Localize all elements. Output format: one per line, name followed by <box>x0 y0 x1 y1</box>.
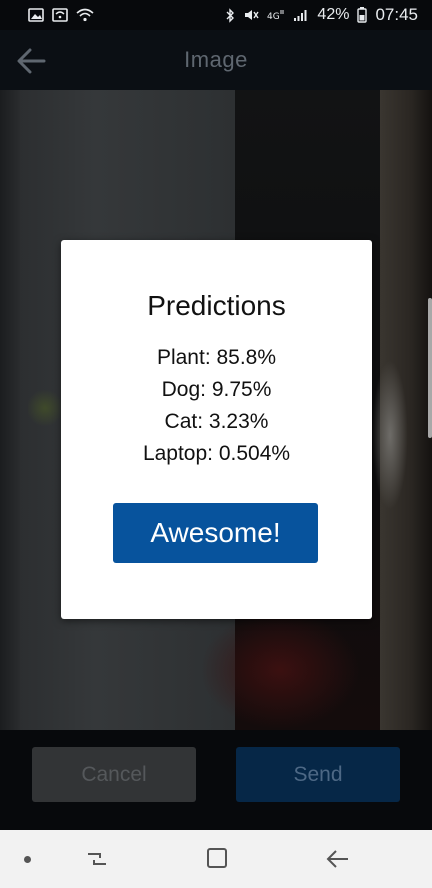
status-right-icons: 4G 42% 07:45 <box>225 5 418 25</box>
prediction-item: Dog: 9.75% <box>161 378 272 401</box>
photo-leaf-region <box>28 390 62 426</box>
prediction-item: Plant: 85.8% <box>156 346 277 369</box>
dot-icon[interactable] <box>24 856 31 863</box>
action-bar: Cancel Send <box>0 730 432 830</box>
dialog-title: Predictions <box>147 290 286 321</box>
predictions-dialog: Predictions Plant: 85.8% Dog: 9.75% Cat:… <box>61 240 372 619</box>
bluetooth-icon <box>225 7 235 23</box>
4g-icon: 4G <box>267 8 285 22</box>
battery-icon <box>357 7 368 23</box>
battery-percent: 42% <box>317 6 350 23</box>
page-title: Image <box>184 47 248 72</box>
wifi-calling-icon <box>52 8 68 22</box>
predictions-list: Plant: 85.8% Dog: 9.75% Cat: 3.23% Lapto… <box>61 342 372 470</box>
status-time: 07:45 <box>375 5 418 24</box>
recents-icon[interactable] <box>82 846 112 872</box>
photo-edge-region <box>0 90 20 730</box>
cancel-button[interactable]: Cancel <box>32 747 196 802</box>
wifi-icon <box>76 8 94 22</box>
photo-flower-region <box>372 360 408 510</box>
mute-icon <box>243 8 260 22</box>
edge-panel-handle[interactable] <box>428 298 432 438</box>
app-bar: Image <box>0 30 432 90</box>
prediction-item: Cat: 3.23% <box>164 410 269 433</box>
svg-text:4G: 4G <box>267 12 280 22</box>
signal-icon <box>293 8 309 22</box>
prediction-item: Laptop: 0.504% <box>142 442 291 465</box>
status-left-icons <box>28 8 94 22</box>
back-button[interactable] <box>14 44 48 78</box>
back-icon[interactable] <box>322 846 354 872</box>
awesome-button[interactable]: Awesome! <box>113 503 318 563</box>
system-nav-bar <box>0 830 432 888</box>
photo-red-region <box>200 610 360 730</box>
send-button[interactable]: Send <box>236 747 400 802</box>
home-icon[interactable] <box>203 846 231 872</box>
status-bar: 4G 42% 07:45 <box>0 0 432 30</box>
gallery-icon <box>28 8 44 22</box>
arrow-left-icon <box>16 48 46 74</box>
